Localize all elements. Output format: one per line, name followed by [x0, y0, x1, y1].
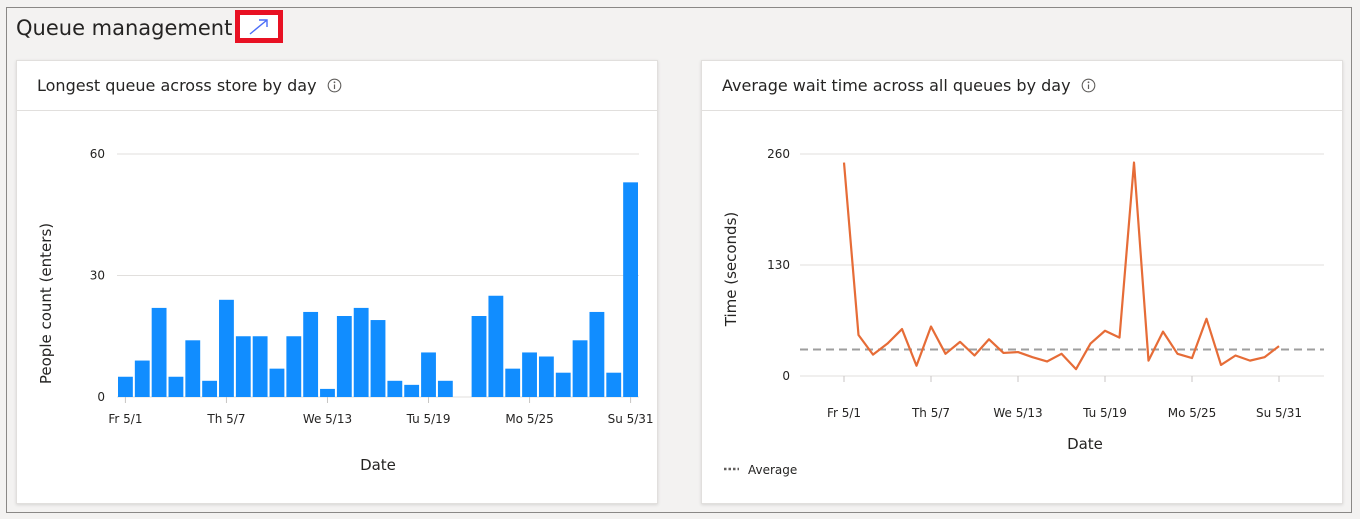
bar	[320, 388, 335, 397]
longest-queue-bar-chart: 0 30 60 Fr 5/1 Th 5/7 We 5/13 Tu 5/19 Mo 5/25 Su…	[37, 147, 654, 474]
bar	[202, 380, 218, 397]
card-header: Longest queue across store by day	[17, 61, 657, 111]
x-tick-label: Tu 5/19	[406, 412, 451, 426]
y-tick-label: 0	[97, 390, 105, 404]
average-wait-card: Average wait time across all queues by d…	[701, 60, 1343, 504]
expand-button[interactable]	[235, 10, 283, 43]
x-tick-label: Th 5/7	[911, 406, 950, 420]
bar	[370, 320, 386, 397]
y-axis-title: Time (seconds)	[722, 212, 740, 328]
bar	[168, 376, 184, 397]
bar	[252, 336, 268, 397]
bar	[404, 384, 420, 397]
bar	[269, 368, 285, 397]
y-axis-title: People count (enters)	[37, 223, 55, 384]
page-header: Queue management	[16, 12, 232, 44]
x-axis-title: Date	[360, 456, 396, 474]
bar	[623, 182, 638, 397]
y-tick-label: 30	[90, 269, 105, 283]
bar	[235, 336, 251, 397]
wait-time-line	[842, 161, 1280, 371]
page-title: Queue management	[16, 16, 233, 40]
bar	[589, 311, 605, 397]
diagonal-arrow-icon	[249, 18, 268, 35]
bar	[572, 340, 588, 397]
longest-queue-card: Longest queue across store by day 0 30 60 F…	[16, 60, 658, 504]
bar	[219, 299, 234, 397]
card-title: Longest queue across store by day	[37, 76, 317, 95]
x-tick-label: Su 5/31	[1256, 406, 1302, 420]
x-tick-label: Tu 5/19	[1082, 406, 1127, 420]
x-tick-label: We 5/13	[993, 406, 1042, 420]
x-tick-label: Fr 5/1	[108, 412, 142, 426]
bar	[421, 352, 436, 397]
bar	[151, 307, 167, 397]
bar	[286, 336, 302, 397]
info-icon[interactable]	[1081, 78, 1096, 93]
bar	[437, 380, 453, 397]
y-tick-label: 60	[90, 147, 105, 161]
bar	[505, 368, 521, 397]
info-icon[interactable]	[327, 78, 342, 93]
card-header: Average wait time across all queues by d…	[702, 61, 1342, 111]
y-tick-label: 260	[767, 147, 790, 161]
x-axis-title: Date	[1067, 435, 1103, 453]
average-wait-line-chart: 0 130 260 Fr 5/1 Th 5/7 We 5/13 Tu 5/19 Mo 5/25…	[722, 147, 1324, 477]
bar	[336, 316, 352, 397]
bar	[134, 360, 150, 397]
y-tick-label: 0	[782, 369, 790, 383]
x-tick-label: We 5/13	[303, 412, 352, 426]
bar	[118, 376, 133, 397]
bar	[303, 311, 319, 397]
bar	[555, 372, 571, 397]
x-tick-label: Th 5/7	[206, 412, 245, 426]
x-tick-label: Su 5/31	[608, 412, 654, 426]
x-tick-label: Fr 5/1	[827, 406, 861, 420]
bar	[353, 307, 369, 397]
bar	[185, 340, 201, 397]
y-tick-label: 130	[767, 258, 790, 272]
bar	[538, 356, 554, 397]
bar	[488, 295, 504, 397]
bar	[606, 372, 622, 397]
x-tick-label: Mo 5/25	[1168, 406, 1216, 420]
bar	[471, 316, 487, 397]
x-tick-label: Mo 5/25	[505, 412, 553, 426]
legend-average-label: Average	[748, 463, 797, 477]
bar	[387, 380, 403, 397]
bar	[522, 352, 537, 397]
card-title: Average wait time across all queues by d…	[722, 76, 1071, 95]
